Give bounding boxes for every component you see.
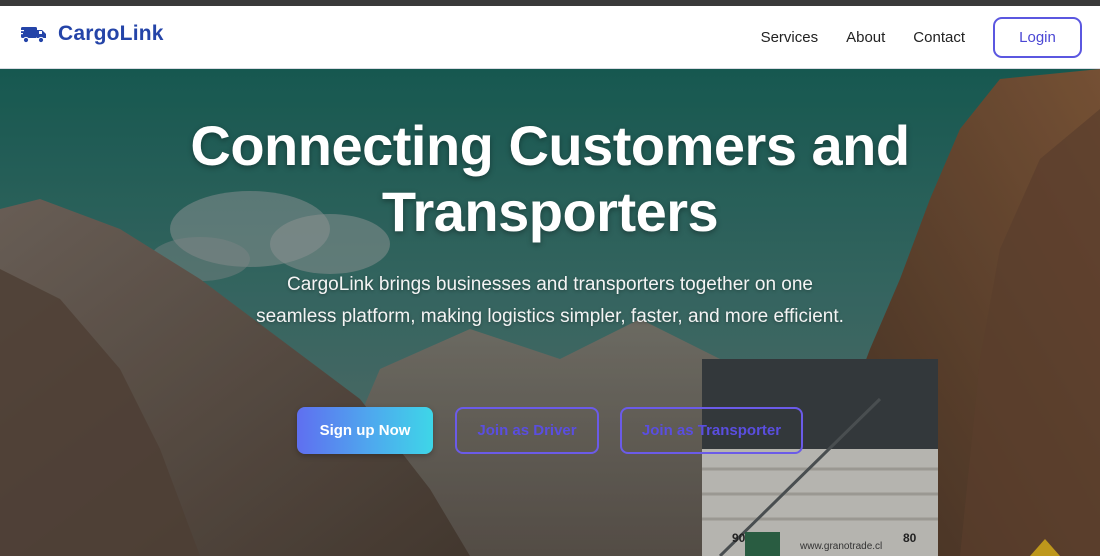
nav-link-contact[interactable]: Contact [913, 29, 965, 46]
navbar: CargoLink Services About Contact Login [0, 6, 1100, 69]
join-driver-button[interactable]: Join as Driver [455, 407, 599, 454]
signup-button[interactable]: Sign up Now [297, 407, 433, 454]
nav-link-services[interactable]: Services [761, 29, 819, 46]
brand[interactable]: CargoLink [20, 22, 164, 46]
truck-url-text: www.granotrade.cl [800, 541, 883, 552]
hero-title-line-1: Connecting Customers and [190, 114, 910, 177]
login-button[interactable]: Login [993, 17, 1082, 58]
nav-link-about[interactable]: About [846, 29, 885, 46]
join-transporter-button[interactable]: Join as Transporter [620, 407, 803, 454]
truck-icon [20, 27, 46, 44]
truck-plate-right: 80 [903, 531, 917, 545]
brand-name: CargoLink [58, 22, 164, 45]
hero-subtitle: CargoLink brings businesses and transpor… [256, 274, 844, 327]
hero-title-line-2: Transporters [381, 180, 719, 243]
hero-section: 90 80 www.granotrade.cl Connecting Custo… [0, 69, 1100, 556]
nav-links: Services About Contact [761, 6, 965, 69]
hero-title: Connecting Customers and Transporters [150, 113, 950, 245]
truck-plate-left: 90 [732, 531, 746, 545]
